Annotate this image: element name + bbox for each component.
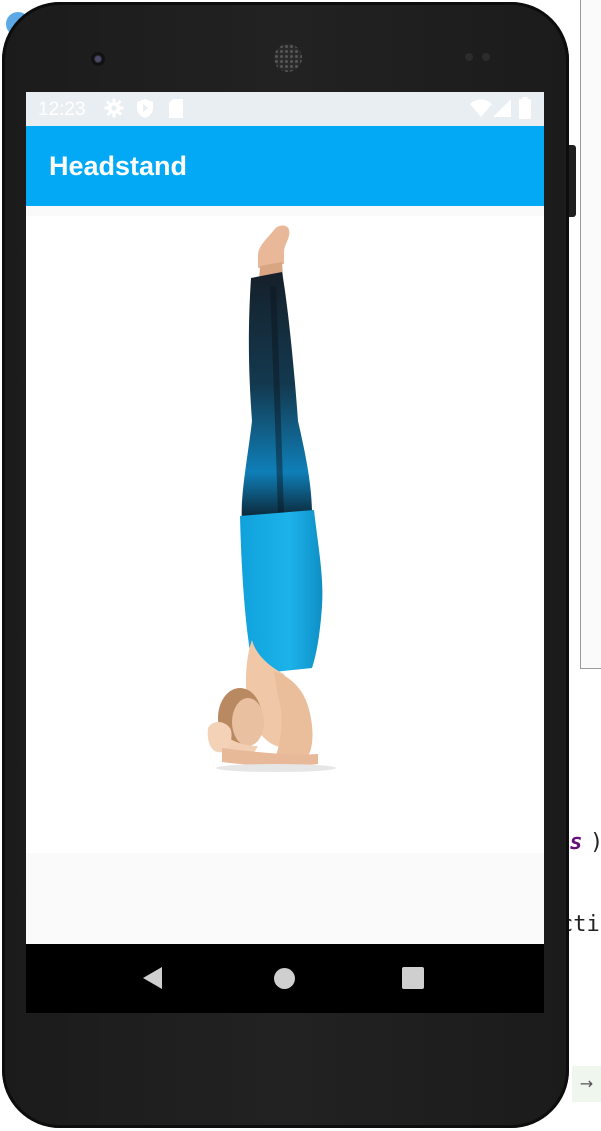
- ide-side-panel: [580, 0, 601, 669]
- headstand-pose-image: [207, 225, 336, 772]
- app-bar: Headstand: [26, 126, 544, 206]
- wifi-icon: [470, 99, 492, 117]
- pose-image-card: [26, 216, 544, 853]
- speaker-grille: [274, 44, 302, 72]
- recents-square-icon[interactable]: [402, 967, 424, 989]
- gear-icon: [104, 98, 124, 118]
- signal-icon: [493, 99, 511, 117]
- status-time: 12:23: [38, 99, 86, 120]
- status-bar: 12:23: [26, 92, 544, 126]
- ide-arrow-icon[interactable]: →: [572, 1066, 601, 1102]
- power-button[interactable]: [569, 145, 576, 217]
- home-circle-icon[interactable]: [273, 967, 296, 990]
- sensor-icon: [482, 53, 490, 61]
- device-screen: 12:23 Headstand: [26, 92, 544, 1013]
- feet: [258, 225, 290, 268]
- sensor-icon: [465, 53, 473, 61]
- ide-code-fragment: ): [590, 830, 601, 855]
- sd-card-icon: [169, 99, 183, 118]
- back-triangle-icon[interactable]: [142, 966, 164, 990]
- content-area: [26, 206, 544, 944]
- front-camera-icon: [91, 52, 105, 66]
- shield-icon: [137, 99, 153, 118]
- page-title: Headstand: [49, 151, 188, 181]
- battery-icon: [519, 97, 531, 119]
- navigation-bar: [26, 944, 544, 1013]
